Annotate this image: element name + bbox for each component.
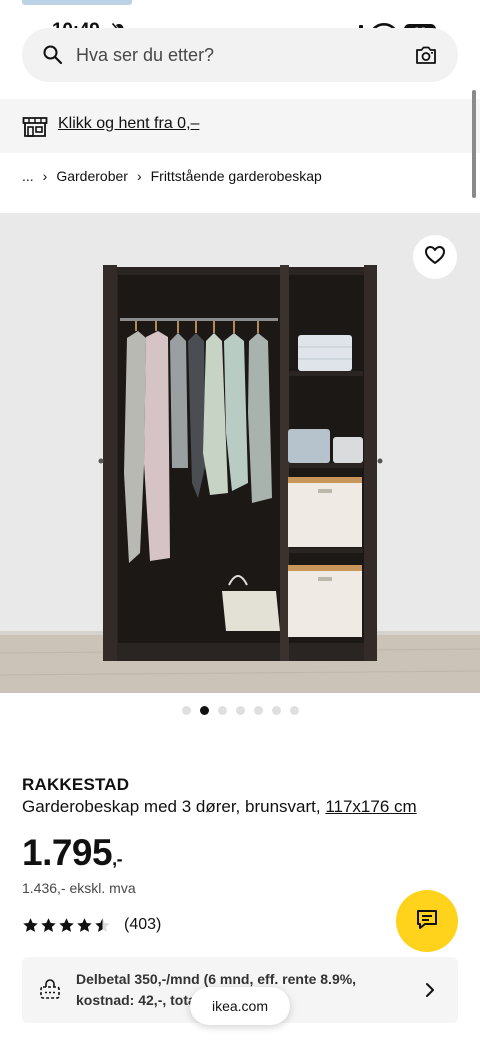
price-amount: 1.795 (22, 832, 113, 873)
previous-app-sliver (22, 0, 132, 5)
carousel-dot[interactable] (272, 706, 281, 715)
star-icon (77, 917, 92, 932)
product-rating[interactable]: (403) (22, 916, 161, 934)
chevron-right-icon (424, 982, 436, 1003)
carousel-dot[interactable] (218, 706, 227, 715)
star-icon (95, 917, 110, 932)
carousel-dot[interactable] (182, 706, 191, 715)
price-suffix: ,- (112, 849, 123, 869)
star-icon (41, 917, 56, 932)
product-name: RAKKESTAD (22, 775, 130, 794)
product-dimensions-link[interactable]: 117x176 cm (325, 797, 416, 816)
carousel-dot[interactable] (200, 706, 209, 715)
carousel-dot[interactable] (290, 706, 299, 715)
breadcrumb-ellipsis[interactable]: ... (22, 168, 34, 184)
review-count[interactable]: (403) (124, 916, 161, 934)
chat-icon (415, 907, 439, 936)
chevron-right-icon: › (136, 168, 142, 184)
price-excluding-vat: 1.436,- ekskl. mva (22, 880, 136, 896)
product-price: 1.795,- (22, 832, 123, 874)
breadcrumb-item-freestanding-wardrobes[interactable]: Frittstående garderobeskap (151, 168, 322, 184)
carousel-dot[interactable] (236, 706, 245, 715)
search-input[interactable] (76, 43, 396, 67)
heart-icon (424, 245, 446, 270)
star-icon (59, 917, 74, 932)
click-and-collect-bar[interactable]: Klikk og hent fra 0,– (0, 99, 480, 153)
installment-icon (38, 979, 62, 1006)
product-image[interactable] (0, 213, 480, 693)
scrollbar[interactable] (472, 90, 476, 198)
store-icon (22, 114, 48, 143)
click-and-collect-link[interactable]: Klikk og hent fra 0,– (58, 115, 199, 133)
breadcrumb-item-wardrobes[interactable]: Garderober (56, 168, 128, 184)
camera-icon[interactable] (415, 44, 437, 71)
rating-stars (22, 917, 111, 934)
breadcrumb: ... › Garderober › Frittstående garderob… (22, 166, 322, 186)
chevron-right-icon: › (42, 168, 48, 184)
favorite-button[interactable] (413, 235, 457, 279)
star-icon (23, 917, 38, 932)
search-bar[interactable] (22, 28, 458, 82)
image-carousel-dots[interactable] (182, 706, 299, 715)
search-icon (42, 44, 64, 71)
product-description: Garderobeskap med 3 dører, brunsvart, 11… (22, 797, 417, 817)
wardrobe-illustration (0, 213, 480, 693)
product-description-text: Garderobeskap med 3 dører, brunsvart, (22, 797, 326, 816)
carousel-dot[interactable] (254, 706, 263, 715)
browser-url-pill[interactable]: ikea.com (190, 987, 290, 1025)
chat-button[interactable] (396, 890, 458, 952)
